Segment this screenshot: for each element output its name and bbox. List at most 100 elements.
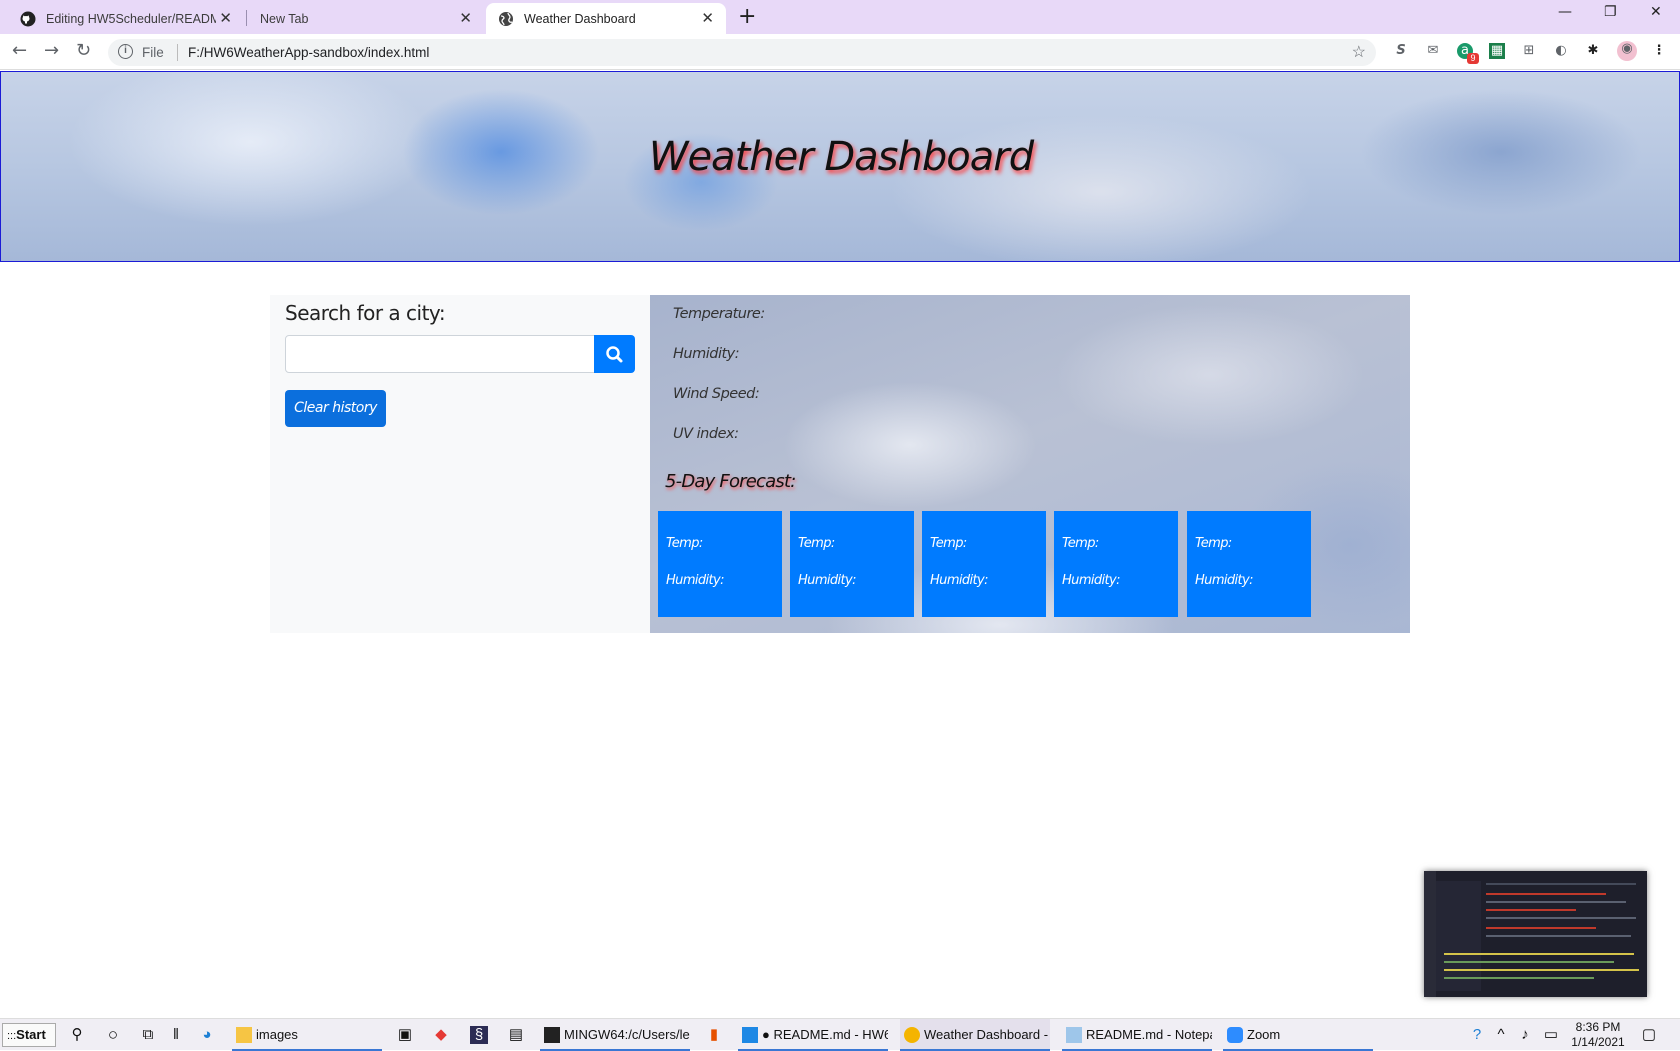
back-icon[interactable]: ← bbox=[12, 41, 27, 61]
forecast-card: Temp: Humidity: bbox=[1187, 511, 1311, 617]
folder-icon bbox=[236, 1027, 252, 1043]
taskbar-item-vscode[interactable]: ● README.md - HW6... bbox=[738, 1019, 888, 1051]
mail-extension-icon[interactable]: ✉ bbox=[1425, 43, 1441, 59]
profile-avatar[interactable]: ◉ bbox=[1617, 41, 1637, 61]
edge-icon[interactable]: ◕ bbox=[198, 1026, 216, 1044]
network-icon[interactable]: ▭ bbox=[1542, 1026, 1560, 1044]
taskbar-item-images[interactable]: images bbox=[232, 1019, 382, 1051]
editor-activity-bar bbox=[1424, 871, 1436, 997]
taskbar-item-mingw[interactable]: MINGW64:/c/Users/le... bbox=[540, 1019, 690, 1051]
current-weather-panel: Temperature: Humidity: Wind Speed: UV in… bbox=[650, 295, 1410, 633]
app-icon[interactable]: § bbox=[470, 1026, 488, 1044]
forecast-humidity-label: Humidity: bbox=[930, 573, 989, 588]
grid-extension-icon[interactable]: ⊞ bbox=[1521, 43, 1537, 59]
forecast-humidity-label: Humidity: bbox=[1062, 573, 1121, 588]
taskbar-divider-icon: ‖ bbox=[172, 1026, 180, 1043]
taskbar-item-label: images bbox=[256, 1027, 298, 1042]
start-label: Start bbox=[16, 1027, 46, 1042]
zoom-icon bbox=[1227, 1027, 1243, 1043]
chrome-icon bbox=[904, 1027, 920, 1043]
editor-line bbox=[1486, 901, 1626, 903]
notepad-icon bbox=[1066, 1027, 1082, 1043]
tab-new-tab[interactable]: New Tab ✕ bbox=[248, 3, 484, 34]
forecast-humidity-label: Humidity: bbox=[798, 573, 857, 588]
help-icon[interactable]: ? bbox=[1468, 1026, 1486, 1044]
new-tab-icon[interactable]: + bbox=[738, 6, 756, 28]
extension-s-icon[interactable]: S bbox=[1393, 43, 1409, 59]
extension-badge: 9 bbox=[1467, 53, 1479, 64]
editor-line bbox=[1444, 953, 1634, 955]
minimize-icon[interactable]: — bbox=[1558, 4, 1572, 20]
taskbar-item-chrome[interactable]: Weather Dashboard - ... bbox=[900, 1019, 1050, 1051]
header-jumbotron: Weather Dashboard bbox=[0, 71, 1680, 262]
temperature-label: Temperature: bbox=[673, 306, 765, 322]
puzzle-icon[interactable]: ✱ bbox=[1585, 43, 1601, 59]
page-viewport: Weather Dashboard Search for a city: Cle… bbox=[0, 70, 1680, 1018]
taskbar-item-zoom[interactable]: Zoom bbox=[1223, 1019, 1373, 1051]
shield-extension-icon[interactable]: ◐ bbox=[1553, 43, 1569, 59]
browser-tabstrip: Editing HW5Scheduler/README.r ✕ New Tab … bbox=[0, 0, 1680, 34]
tab-separator bbox=[246, 10, 247, 26]
volume-icon[interactable]: ♪ bbox=[1516, 1026, 1534, 1044]
close-icon[interactable]: ✕ bbox=[219, 11, 232, 26]
bookmark-star-icon[interactable]: ☆ bbox=[1352, 42, 1366, 62]
globe-icon bbox=[498, 11, 514, 27]
calculator-icon[interactable]: ▤ bbox=[507, 1026, 525, 1044]
editor-file-tree bbox=[1436, 881, 1481, 991]
tab-weather-dashboard[interactable]: Weather Dashboard ✕ bbox=[486, 3, 726, 34]
editor-line bbox=[1486, 917, 1636, 919]
close-icon[interactable]: ✕ bbox=[459, 11, 472, 26]
restore-icon[interactable]: ❐ bbox=[1604, 4, 1617, 20]
tab-title: New Tab bbox=[260, 11, 309, 26]
forecast-temp-label: Temp: bbox=[930, 536, 967, 551]
task-view-icon[interactable]: ⧉ bbox=[139, 1026, 157, 1044]
taskbar-item-notepad[interactable]: README.md - Notepad bbox=[1062, 1019, 1212, 1051]
address-url[interactable]: F:/HW6WeatherApp-sandbox/index.html bbox=[188, 45, 429, 60]
search-icon[interactable]: ⚲ bbox=[68, 1026, 86, 1044]
taskbar: :::Start ⚲ ○ ⧉ ‖ ◕ images ▣ ◆ § ▤ MINGW6… bbox=[0, 1018, 1680, 1051]
wind-speed-label: Wind Speed: bbox=[673, 386, 760, 402]
tray-chevron-icon[interactable]: ^ bbox=[1492, 1026, 1510, 1044]
cortana-icon[interactable]: ○ bbox=[104, 1026, 122, 1044]
clear-history-button[interactable]: Clear history bbox=[285, 390, 386, 427]
search-label: Search for a city: bbox=[285, 301, 446, 325]
store-icon[interactable]: ▣ bbox=[396, 1026, 414, 1044]
start-button[interactable]: :::Start bbox=[2, 1023, 56, 1047]
close-icon[interactable]: ✕ bbox=[701, 11, 714, 26]
editor-line bbox=[1444, 961, 1614, 963]
search-panel: Search for a city: Clear history bbox=[270, 295, 650, 633]
forward-icon[interactable]: → bbox=[44, 41, 59, 61]
forecast-temp-label: Temp: bbox=[1062, 536, 1099, 551]
clock-time: 8:36 PM bbox=[1575, 1020, 1621, 1034]
forecast-title: 5-Day Forecast: bbox=[665, 471, 796, 492]
forecast-temp-label: Temp: bbox=[666, 536, 703, 551]
forecast-humidity-label: Humidity: bbox=[666, 573, 725, 588]
uv-index-label: UV index: bbox=[673, 426, 739, 442]
editor-line bbox=[1486, 935, 1631, 937]
menu-kebab-icon[interactable]: ⋮ bbox=[1651, 43, 1667, 59]
office-icon[interactable]: ▮ bbox=[705, 1026, 723, 1044]
screen-share-thumbnail[interactable] bbox=[1424, 871, 1647, 997]
git-icon[interactable]: ◆ bbox=[432, 1026, 450, 1044]
taskbar-item-label: README.md - Notepad bbox=[1086, 1027, 1212, 1042]
sheets-extension-icon[interactable]: ▦ bbox=[1489, 43, 1505, 59]
start-grip-icon: ::: bbox=[7, 1030, 17, 1042]
vscode-icon bbox=[742, 1027, 758, 1043]
reload-icon[interactable]: ↻ bbox=[76, 41, 91, 61]
tab-github-readme[interactable]: Editing HW5Scheduler/README.r ✕ bbox=[8, 3, 244, 34]
forecast-card: Temp: Humidity: bbox=[922, 511, 1046, 617]
github-icon bbox=[20, 11, 36, 27]
tab-title: Editing HW5Scheduler/README.r bbox=[46, 11, 216, 26]
address-bar[interactable]: i File F:/HW6WeatherApp-sandbox/index.ht… bbox=[108, 39, 1376, 66]
address-scheme: File bbox=[142, 45, 164, 60]
city-search-input[interactable] bbox=[285, 335, 595, 373]
info-icon[interactable]: i bbox=[118, 44, 133, 59]
notifications-icon[interactable]: ▢ bbox=[1640, 1026, 1658, 1044]
editor-line bbox=[1486, 927, 1596, 929]
taskbar-clock[interactable]: 8:36 PM 1/14/2021 bbox=[1570, 1020, 1626, 1050]
forecast-temp-label: Temp: bbox=[1195, 536, 1232, 551]
close-window-icon[interactable]: ✕ bbox=[1650, 4, 1662, 20]
terminal-icon bbox=[544, 1027, 560, 1043]
forecast-card: Temp: Humidity: bbox=[790, 511, 914, 617]
search-button[interactable] bbox=[594, 335, 635, 373]
